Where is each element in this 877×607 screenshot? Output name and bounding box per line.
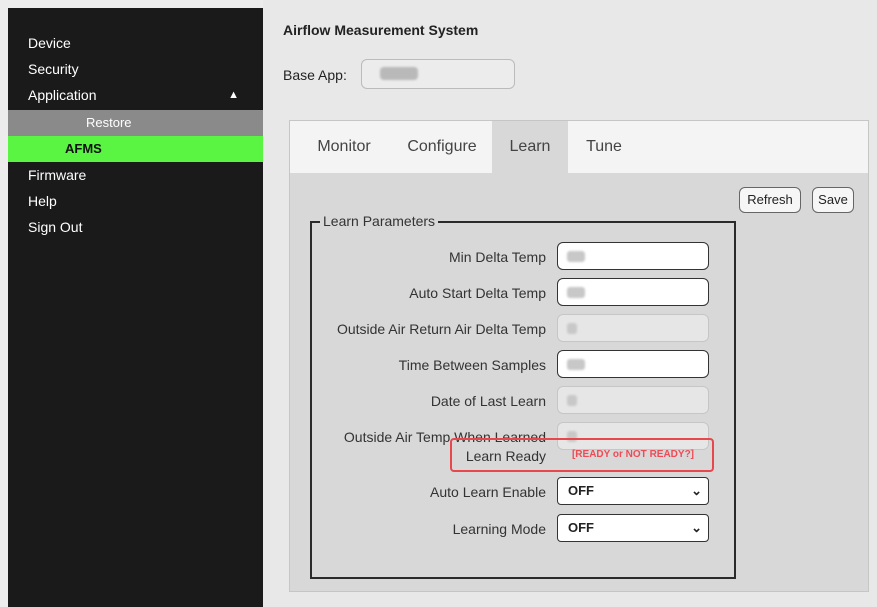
time-between-samples-input[interactable]: [557, 350, 709, 378]
sidebar-item-sign-out[interactable]: Sign Out: [8, 214, 263, 240]
select-value: OFF: [568, 483, 594, 498]
sidebar-item-label: Device: [28, 35, 71, 51]
auto-start-delta-temp-input[interactable]: [557, 278, 709, 306]
chevron-down-icon: ⌄: [691, 483, 702, 498]
sidebar-item-firmware[interactable]: Firmware: [8, 162, 263, 188]
page-title: Airflow Measurement System: [283, 22, 479, 38]
sidebar-item-label: Security: [28, 61, 79, 77]
redacted-value: [380, 67, 418, 80]
sidebar-item-restore[interactable]: Restore: [8, 110, 263, 136]
sidebar-item-device[interactable]: Device: [8, 30, 263, 56]
redacted-value: [567, 323, 577, 334]
base-app-label: Base App:: [283, 67, 347, 83]
sidebar: Device Security Application ▲ Restore AF…: [8, 8, 263, 607]
afms-panel: Monitor Configure Learn Tune Refresh Sav…: [289, 120, 869, 592]
tab-configure[interactable]: Configure: [392, 121, 492, 173]
sidebar-item-label: AFMS: [65, 141, 102, 156]
learn-ready-status: [READY or NOT READY?]: [571, 449, 695, 460]
sidebar-item-afms[interactable]: AFMS: [8, 136, 263, 162]
sidebar-top-spacer: [8, 8, 263, 30]
chevron-down-icon: ⌄: [691, 520, 702, 535]
sidebar-item-label: Firmware: [28, 167, 87, 183]
learning-mode-select[interactable]: OFF ⌄: [557, 514, 709, 542]
sidebar-item-security[interactable]: Security: [8, 56, 263, 82]
sidebar-item-label: Application: [28, 87, 97, 103]
oa-ra-delta-temp-label: Outside Air Return Air Delta Temp: [336, 321, 546, 337]
select-value: OFF: [568, 520, 594, 535]
auto-start-delta-temp-label: Auto Start Delta Temp: [409, 285, 546, 301]
redacted-value: [567, 251, 585, 262]
sidebar-item-help[interactable]: Help: [8, 188, 263, 214]
sidebar-item-label: Restore: [86, 115, 132, 130]
main-content: Airflow Measurement System Base App: Mon…: [263, 0, 877, 607]
date-of-last-learn-label: Date of Last Learn: [430, 393, 546, 409]
time-between-samples-label: Time Between Samples: [398, 357, 546, 373]
auto-learn-enable-label: Auto Learn Enable: [430, 484, 546, 500]
fieldset-legend: Learn Parameters: [320, 213, 439, 229]
sidebar-item-label: Sign Out: [28, 219, 83, 235]
sidebar-item-application[interactable]: Application ▲: [8, 82, 263, 108]
sidebar-item-label: Help: [28, 193, 57, 209]
date-of-last-learn-field: [557, 386, 709, 414]
save-button[interactable]: Save: [812, 187, 854, 213]
redacted-value: [567, 359, 585, 370]
refresh-button[interactable]: Refresh: [739, 187, 801, 213]
tab-learn[interactable]: Learn: [492, 121, 568, 173]
oa-ra-delta-temp-field: [557, 314, 709, 342]
tab-monitor[interactable]: Monitor: [306, 121, 382, 173]
learning-mode-label: Learning Mode: [452, 521, 546, 537]
auto-learn-enable-select[interactable]: OFF ⌄: [557, 477, 709, 505]
tab-bar: Monitor Configure Learn Tune: [290, 121, 868, 173]
tab-tune[interactable]: Tune: [574, 121, 634, 173]
redacted-value: [567, 287, 585, 298]
min-delta-temp-input[interactable]: [557, 242, 709, 270]
collapse-arrow-icon[interactable]: ▲: [228, 82, 239, 108]
base-app-field[interactable]: [361, 59, 515, 89]
learn-parameters-fieldset: Learn Parameters Min Delta Temp Auto Sta…: [310, 213, 736, 579]
learn-ready-label: Learn Ready: [465, 448, 546, 464]
redacted-value: [567, 395, 577, 406]
min-delta-temp-label: Min Delta Temp: [448, 249, 546, 265]
